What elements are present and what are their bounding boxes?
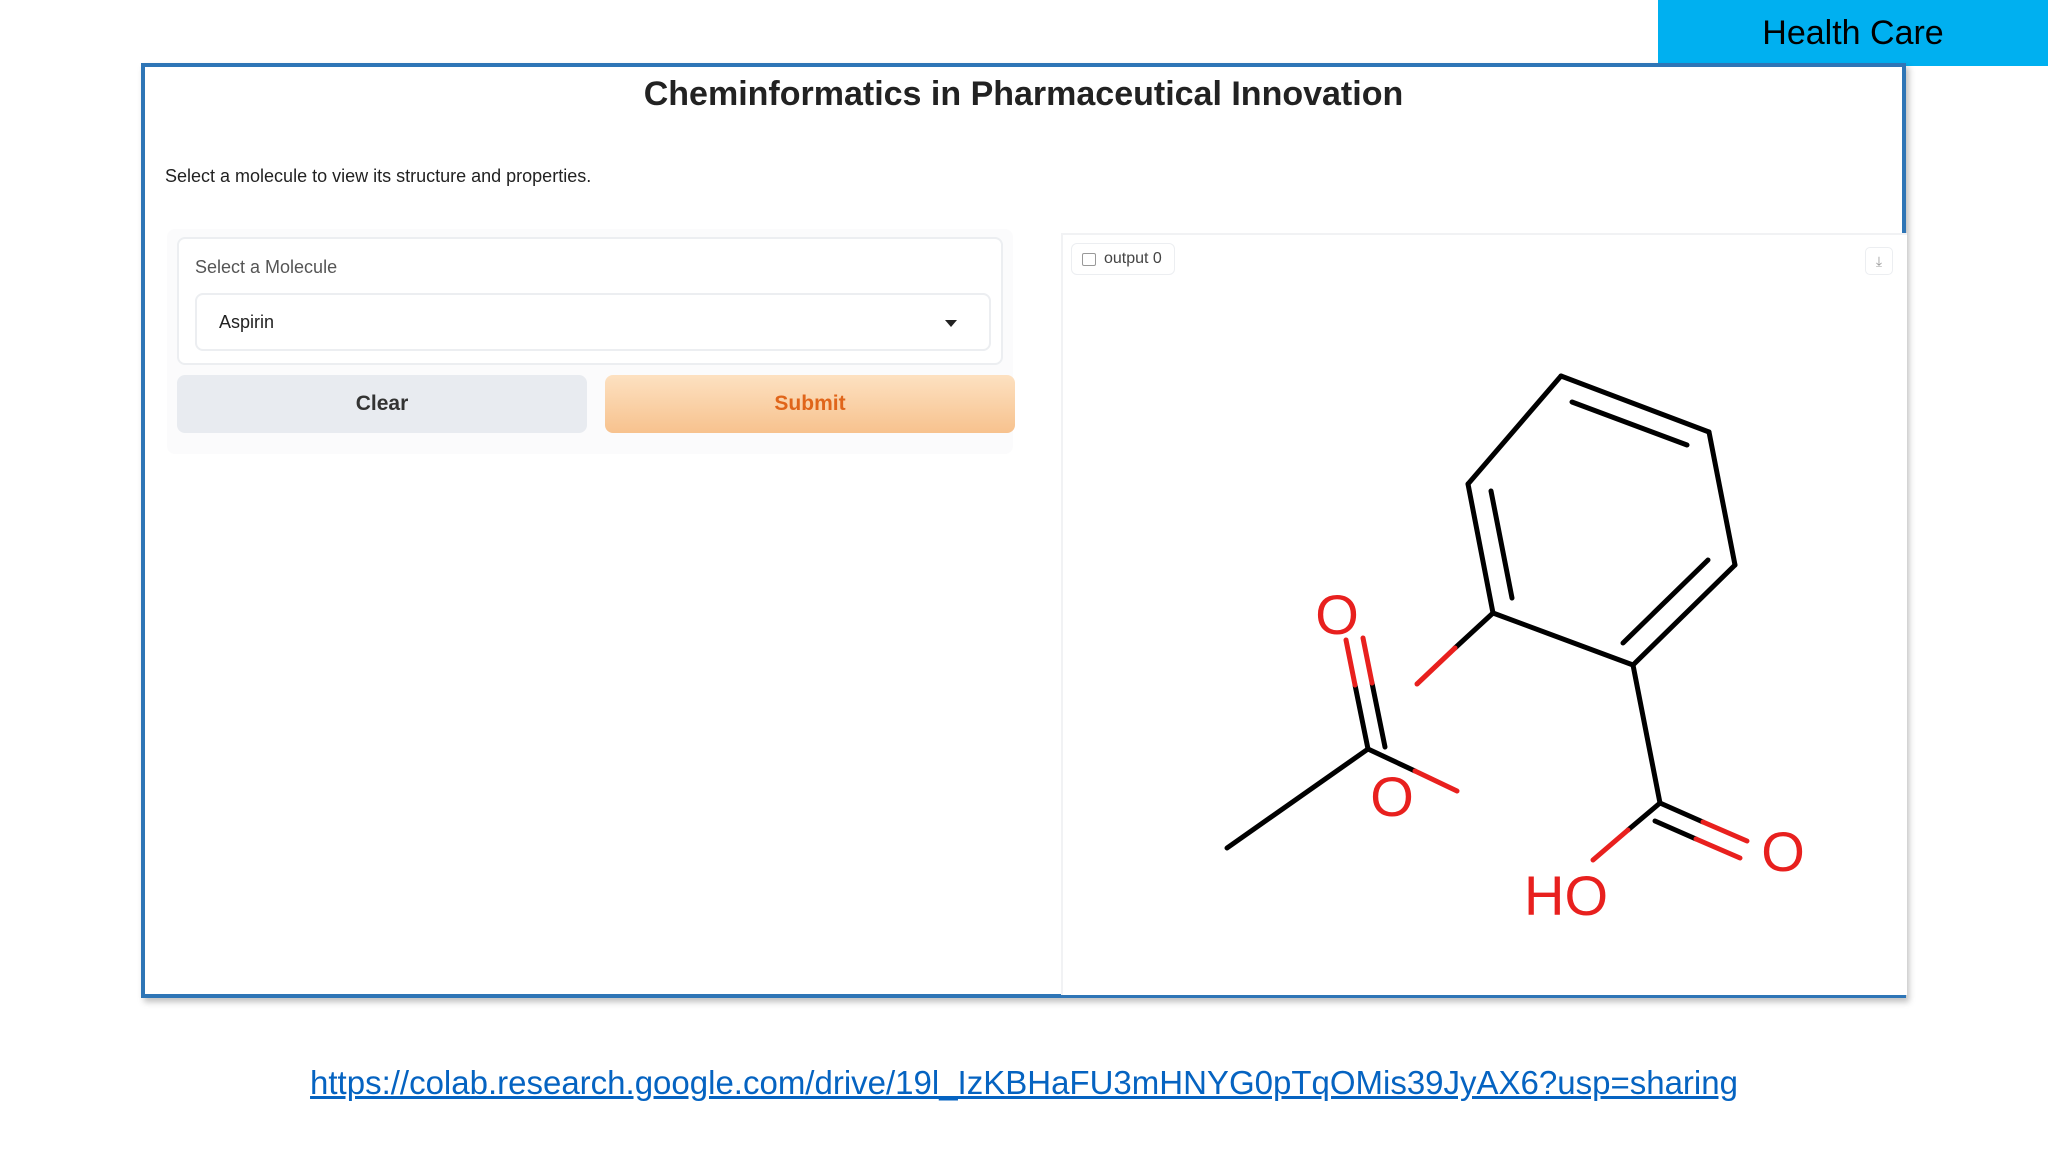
section-tag-label: Health Care	[1762, 13, 1944, 52]
bond-c-o-acid-black	[1657, 800, 1706, 825]
bond-co-right-black	[1369, 680, 1388, 750]
molecule-structure-image: O O O HO	[1224, 373, 1805, 927]
colab-link[interactable]: https://colab.research.google.com/drive/…	[0, 1064, 2048, 1102]
section-tag: Health Care	[1658, 0, 2048, 66]
molecule-dropdown[interactable]: Aspirin	[195, 293, 991, 351]
submit-button[interactable]: Submit	[605, 375, 1015, 433]
molecule-dropdown-label: Select a Molecule	[195, 257, 338, 277]
output-panel: output 0 ⤓ O O O HO	[1061, 233, 1907, 995]
app-description: Select a molecule to view its structure …	[165, 166, 592, 186]
chevron-down-icon	[945, 320, 957, 327]
atom-o-acid: O	[1761, 820, 1805, 883]
bond-acid-o-red-2	[1693, 836, 1743, 861]
bond-acid-o-red	[1700, 819, 1750, 844]
bond-ring-5	[1465, 481, 1496, 616]
bond-c-o-red	[1412, 768, 1460, 794]
atom-ho: HO	[1524, 864, 1608, 927]
bond-oh-red	[1590, 827, 1631, 863]
bond-ring-4	[1490, 610, 1636, 668]
molecule-dropdown-value: Aspirin	[219, 312, 275, 332]
bond-c-o-acid-black-2	[1652, 818, 1699, 842]
bond-ring-o	[1452, 610, 1496, 651]
app-screenshot-frame: Cheminformatics in Pharmaceutical Innova…	[141, 63, 1907, 998]
bond-ring-inner-3	[1488, 488, 1515, 601]
input-panel: Select a Molecule Aspirin Clear Submit	[167, 229, 1015, 454]
bond-co-right-red	[1360, 635, 1375, 686]
molecule-dropdown-block: Select a Molecule Aspirin	[177, 237, 1003, 365]
atom-o-carbonyl: O	[1315, 583, 1359, 646]
bond-ring-cooh	[1630, 662, 1663, 806]
bond-co-left-black	[1352, 682, 1371, 752]
bond-o-ring-red	[1414, 645, 1458, 687]
bond-c-oh-black	[1625, 800, 1663, 833]
bond-ring-inner-1	[1569, 399, 1690, 448]
bond-ring-6	[1465, 373, 1564, 487]
clear-button[interactable]: Clear	[177, 375, 587, 433]
bond-methyl	[1224, 746, 1371, 851]
app-title: Cheminformatics in Pharmaceutical Innova…	[643, 75, 1404, 113]
bond-ring-2	[1706, 429, 1738, 568]
atom-o-ester: O	[1370, 765, 1414, 828]
bond-co-left-red	[1343, 637, 1358, 688]
